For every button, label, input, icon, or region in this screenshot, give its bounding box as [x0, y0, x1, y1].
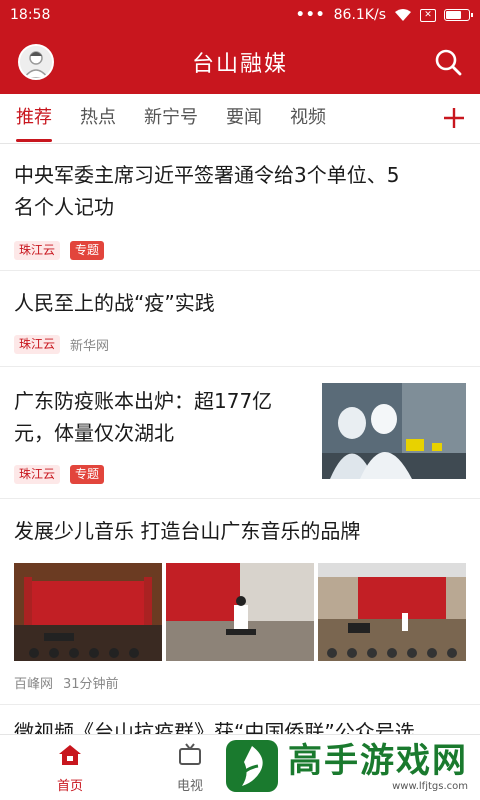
- app-header: 台山融媒: [0, 30, 480, 94]
- nav-tv-label: 电视: [176, 779, 203, 794]
- tv-icon: [179, 743, 201, 765]
- headline-line: 中央军委主席习近平签署通令给3个单位、5: [14, 163, 400, 187]
- headline-line: 广东防疫账本出炉：超177亿: [14, 389, 273, 413]
- status-bar: 18:58 ••• 86.1K/s ✕: [0, 0, 480, 30]
- list-item[interactable]: 中央军委主席习近平签署通令给3个单位、5 名个人记功 珠江云 专题: [0, 145, 480, 271]
- tab-xinning[interactable]: 新宁号: [144, 94, 198, 144]
- watermark: 高手游戏网 www.lfjtgs.com: [224, 736, 472, 796]
- topic-tag: 专题: [70, 241, 105, 260]
- article-meta: 珠江云 专题: [14, 465, 105, 484]
- nav-tv[interactable]: 电视: [160, 743, 220, 794]
- search-icon[interactable]: [432, 46, 464, 78]
- article-meta: 珠江云 专题: [14, 241, 105, 260]
- headline-line: 元，体量仅次湖北: [14, 421, 174, 445]
- home-icon: [59, 745, 81, 765]
- source-tag: 珠江云: [14, 465, 61, 484]
- source-tag: 珠江云: [14, 241, 61, 260]
- article-headline-partial[interactable]: 微视频《台山抗疫群》获“中国侨联”公众号选: [14, 716, 415, 736]
- nav-home-label: 首页: [56, 779, 83, 794]
- publisher-name: 百峰网: [14, 677, 54, 692]
- tab-video[interactable]: 视频: [290, 94, 326, 144]
- article-meta: 珠江云 新华网: [14, 335, 109, 354]
- network-speed: 86.1K/s: [333, 7, 386, 23]
- bottom-nav: 首页 电视 高手游戏网 www.lfjtgs.com: [0, 734, 480, 800]
- nav-home[interactable]: 首页: [40, 743, 100, 794]
- article-meta: 百峰网 31分钟前: [14, 673, 119, 692]
- article-image: [318, 563, 466, 661]
- tab-news[interactable]: 要闻: [226, 94, 262, 144]
- publish-time: 31分钟前: [63, 677, 119, 692]
- article-headline: 广东防疫账本出炉：超177亿 元，体量仅次湖北: [14, 385, 272, 449]
- article-thumbnail: [322, 383, 466, 479]
- headline-line: 名个人记功: [14, 195, 114, 219]
- channel-tabs: 推荐 热点 新宁号 要闻 视频: [0, 94, 480, 144]
- plus-icon[interactable]: [442, 106, 466, 130]
- tab-hot[interactable]: 热点: [80, 94, 116, 144]
- publisher-name: 新华网: [70, 339, 110, 354]
- article-image: [166, 563, 314, 661]
- app-title: 台山融媒: [191, 52, 288, 77]
- article-headline: 人民至上的战“疫”实践: [14, 291, 215, 315]
- watermark-title: 高手游戏网: [288, 740, 468, 781]
- article-image: [14, 563, 162, 661]
- article-headline: 中央军委主席习近平签署通令给3个单位、5 名个人记功: [14, 159, 399, 223]
- source-tag: 珠江云: [14, 335, 61, 354]
- status-time: 18:58: [10, 7, 51, 23]
- list-item[interactable]: 广东防疫账本出炉：超177亿 元，体量仅次湖北 珠江云 专题: [0, 367, 480, 499]
- battery-icon: [444, 9, 473, 21]
- sim-icon: ✕: [420, 8, 436, 22]
- status-indicators: ••• 86.1K/s ✕: [295, 7, 473, 23]
- list-item[interactable]: 人民至上的战“疫”实践 珠江云 新华网: [0, 271, 480, 367]
- status-dots: •••: [295, 7, 326, 23]
- watermark-text: 高手游戏网 www.lfjtgs.com: [288, 741, 468, 792]
- tab-recommend[interactable]: 推荐: [16, 94, 52, 144]
- user-avatar-icon[interactable]: [18, 44, 54, 80]
- topic-tag: 专题: [70, 465, 105, 484]
- list-item[interactable]: 发展少儿音乐 打造台山广东音乐的品牌 百峰网 31分钟前: [0, 499, 480, 705]
- watermark-url: www.lfjtgs.com: [392, 780, 468, 792]
- article-headline: 发展少儿音乐 打造台山广东音乐的品牌: [14, 519, 361, 543]
- wifi-icon: [394, 8, 412, 22]
- watermark-logo: [226, 740, 278, 792]
